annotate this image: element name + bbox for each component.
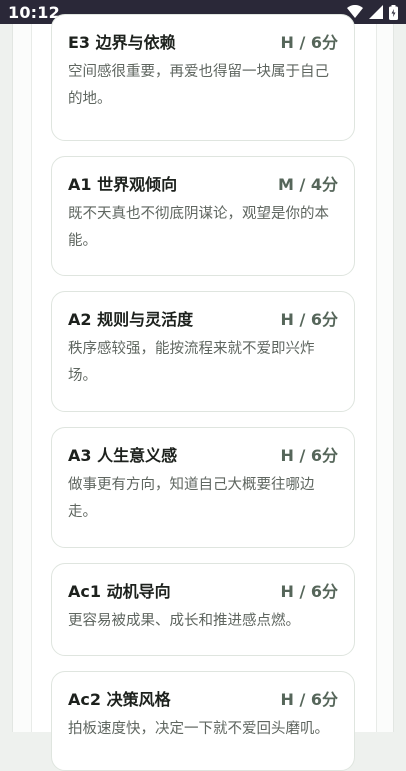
card-title: Ac1 动机导向 xyxy=(68,582,171,601)
card-description: 秩序感较强，能按流程来就不爱即兴炸场。 xyxy=(68,341,315,384)
card-score: H / 6分 xyxy=(280,33,338,52)
card-score: H / 6分 xyxy=(280,690,338,709)
battery-icon xyxy=(389,4,398,20)
card-description: 做事更有方向，知道自己大概要往哪边走。 xyxy=(68,477,315,520)
dimension-card: Ac1 动机导向 H / 6分 更容易被成果、成长和推进感点燃。 xyxy=(51,563,355,656)
card-description: 拍板速度快，决定一下就不爱回头磨叽。 xyxy=(68,721,329,737)
signal-icon xyxy=(369,5,383,19)
dimension-card: A1 世界观倾向 M / 4分 既不天真也不彻底阴谋论，观望是你的本能。 xyxy=(51,156,355,276)
card-title: A1 世界观倾向 xyxy=(68,175,178,194)
status-icons xyxy=(347,4,398,20)
card-title: A2 规则与灵活度 xyxy=(68,310,194,329)
dimension-card: Ac2 决策风格 H / 6分 拍板速度快，决定一下就不爱回头磨叽。 xyxy=(51,671,355,771)
dimension-card: A2 规则与灵活度 H / 6分 秩序感较强，能按流程来就不爱即兴炸场。 xyxy=(51,291,355,412)
card-title: A3 人生意义感 xyxy=(68,446,178,465)
status-time: 10:12 xyxy=(8,2,60,22)
card-description: 更容易被成果、成长和推进感点燃。 xyxy=(68,613,300,629)
dimension-card: A3 人生意义感 H / 6分 做事更有方向，知道自己大概要往哪边走。 xyxy=(51,427,355,548)
card-score: M / 4分 xyxy=(277,175,338,194)
card-description: 空间感很重要，再爱也得留一块属于自己的地。 xyxy=(68,64,329,107)
card-score: H / 6分 xyxy=(280,582,338,601)
card-title: E3 边界与依赖 xyxy=(68,33,176,52)
card-score: H / 6分 xyxy=(280,310,338,329)
card-title: Ac2 决策风格 xyxy=(68,690,171,709)
card-description: 既不天真也不彻底阴谋论，观望是你的本能。 xyxy=(68,206,329,249)
dimension-card: E3 边界与依赖 H / 6分 空间感很重要，再爱也得留一块属于自己的地。 xyxy=(51,14,355,141)
card-score: H / 6分 xyxy=(280,446,338,465)
